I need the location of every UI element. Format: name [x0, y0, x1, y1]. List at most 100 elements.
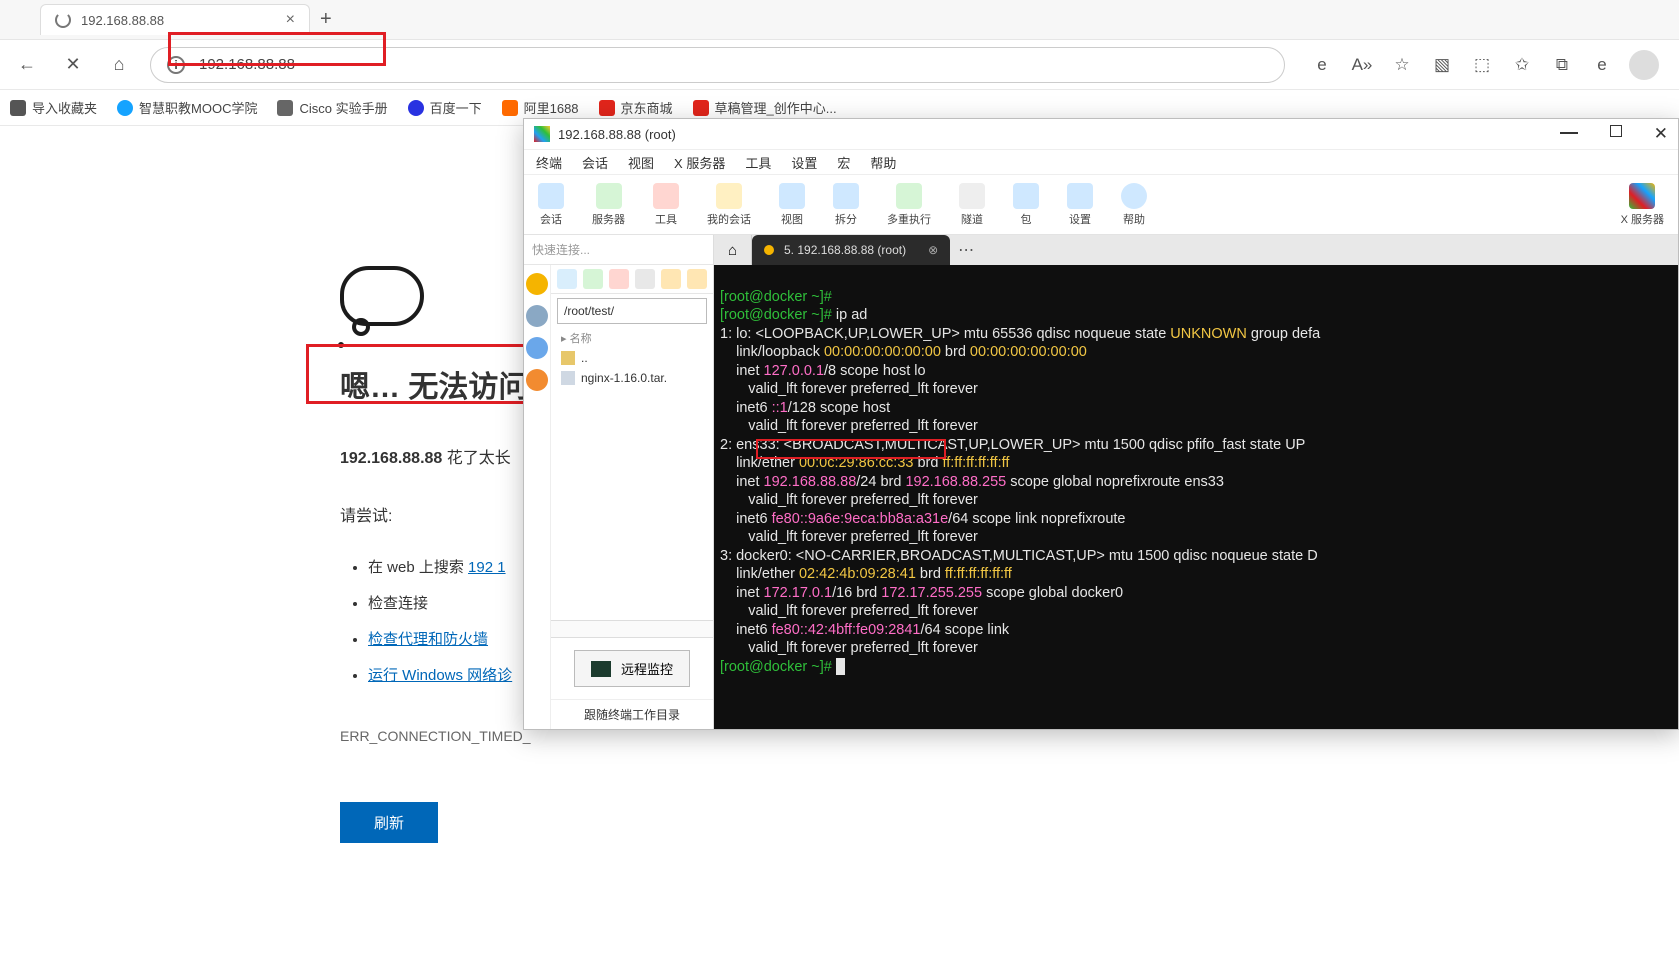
- mooc-icon: [117, 100, 133, 116]
- packages-icon: [1013, 183, 1039, 209]
- path-input[interactable]: /root/test/: [557, 298, 707, 324]
- tab-title: 192.168.88.88: [81, 13, 164, 28]
- help-icon: [1121, 183, 1147, 209]
- bookmark-jd[interactable]: 京东商城: [599, 98, 673, 117]
- terminal-cursor: [836, 658, 845, 675]
- back-button[interactable]: ←: [12, 50, 42, 80]
- new-tab-button[interactable]: +: [320, 8, 332, 31]
- fs-header-name: 名称: [570, 333, 592, 345]
- terminal-window: 192.168.88.88 (root) ✕ 终端 会话 视图 X 服务器 工具…: [523, 118, 1679, 730]
- favorites-list-icon[interactable]: ✩: [1509, 52, 1535, 78]
- tool-session[interactable]: 会话: [538, 183, 564, 227]
- bookmark-cisco[interactable]: Cisco 实验手册: [277, 98, 387, 117]
- menu-terminal[interactable]: 终端: [536, 153, 562, 172]
- tool-view[interactable]: 视图: [779, 183, 805, 227]
- stop-button[interactable]: ✕: [58, 50, 88, 80]
- folder-up-icon: [561, 351, 575, 365]
- send-tab-icon[interactable]: [526, 337, 548, 359]
- import-icon: [10, 100, 26, 116]
- fs-scrollbar[interactable]: [551, 620, 713, 638]
- collections-icon[interactable]: ⧉: [1549, 52, 1575, 78]
- bookmark-draft[interactable]: 草稿管理_创作中心...: [693, 98, 837, 117]
- refresh-button[interactable]: 刷新: [340, 802, 438, 843]
- follow-terminal-label[interactable]: 跟随终端工作目录: [551, 699, 713, 729]
- diagnostics-link[interactable]: 运行 Windows 网络诊: [368, 667, 512, 684]
- tunnel-icon: [959, 183, 985, 209]
- search-link[interactable]: 192 1: [468, 559, 506, 576]
- remote-monitor-button[interactable]: 远程监控: [574, 650, 690, 687]
- sidebar-panel: 快速连接... /roo: [524, 235, 714, 729]
- tool-settings[interactable]: 设置: [1067, 183, 1093, 227]
- fire-tab-icon[interactable]: [526, 369, 548, 391]
- error-code: ERR_CONNECTION_TIMED_: [340, 728, 1679, 744]
- window-maximize-button[interactable]: [1610, 124, 1622, 144]
- star-icon: [716, 183, 742, 209]
- terminal-menubar: 终端 会话 视图 X 服务器 工具 设置 宏 帮助: [524, 149, 1678, 175]
- menu-xserver[interactable]: X 服务器: [674, 153, 725, 172]
- puzzle-icon[interactable]: ⬚: [1469, 52, 1495, 78]
- icon-4[interactable]: [635, 269, 655, 289]
- profile-avatar[interactable]: [1629, 50, 1659, 80]
- bookmark-baidu[interactable]: 百度一下: [408, 98, 482, 117]
- ssh-tab-close-icon[interactable]: ⊗: [928, 243, 938, 257]
- site-info-icon[interactable]: i: [167, 56, 185, 74]
- download-icon[interactable]: [583, 269, 603, 289]
- menu-settings[interactable]: 设置: [791, 153, 817, 172]
- bookmark-import[interactable]: 导入收藏夹: [10, 98, 97, 117]
- tool-multiexec[interactable]: 多重执行: [887, 183, 931, 227]
- quick-connect-input[interactable]: 快速连接...: [524, 235, 713, 265]
- browser-tab[interactable]: 192.168.88.88 ×: [40, 4, 310, 35]
- monitor-icon: [591, 661, 611, 677]
- proxy-link[interactable]: 检查代理和防火墙: [368, 631, 488, 648]
- tool-help[interactable]: 帮助: [1121, 183, 1147, 227]
- menu-view[interactable]: 视图: [628, 153, 654, 172]
- bookmark-1688[interactable]: 阿里1688: [502, 98, 579, 117]
- tool-tools[interactable]: 工具: [653, 183, 679, 227]
- home-button[interactable]: ⌂: [104, 50, 134, 80]
- ie-mode-icon[interactable]: e: [1309, 52, 1335, 78]
- view-icon: [779, 183, 805, 209]
- nav-right-icons: e A» ☆ ▧ ⬚ ✩ ⧉ e: [1301, 50, 1667, 80]
- ssh-tab[interactable]: 5. 192.168.88.88 (root) ⊗: [752, 235, 950, 265]
- extensions-icon[interactable]: ▧: [1429, 52, 1455, 78]
- menu-tools[interactable]: 工具: [745, 153, 771, 172]
- terminal-tab-row: ⌂ 5. 192.168.88.88 (root) ⊗ ⋯: [714, 235, 1678, 265]
- window-minimize-button[interactable]: [1560, 124, 1578, 144]
- tool-servers[interactable]: 服务器: [592, 183, 625, 227]
- upload-icon[interactable]: [609, 269, 629, 289]
- menu-help[interactable]: 帮助: [870, 153, 896, 172]
- terminal-home-tab[interactable]: ⌂: [714, 235, 752, 265]
- read-aloud-icon[interactable]: A»: [1349, 52, 1375, 78]
- file-toolbar: [551, 265, 713, 294]
- fs-item-nginx[interactable]: nginx-1.16.0.tar.: [551, 368, 713, 388]
- folder-icon[interactable]: [661, 269, 681, 289]
- multiexec-icon: [896, 183, 922, 209]
- tab-close-icon[interactable]: ×: [286, 11, 295, 29]
- bookmark-mooc[interactable]: 智慧职教MOOC学院: [117, 98, 257, 117]
- menu-macros[interactable]: 宏: [837, 153, 850, 172]
- tool-tunnel[interactable]: 隧道: [959, 183, 985, 227]
- terminal-toolbar: 会话 服务器 工具 我的会话 视图 拆分 多重执行 隧道 包 设置 帮助 X 服…: [524, 175, 1678, 235]
- edge-icon[interactable]: e: [1589, 52, 1615, 78]
- tool-mysessions[interactable]: 我的会话: [707, 183, 751, 227]
- favorite-icon[interactable]: ☆: [1389, 52, 1415, 78]
- tool-xserver[interactable]: X 服务器: [1621, 183, 1664, 227]
- fs-item-up[interactable]: ..: [551, 348, 713, 368]
- menu-session[interactable]: 会话: [582, 153, 608, 172]
- terminal-titlebar[interactable]: 192.168.88.88 (root) ✕: [524, 119, 1678, 149]
- icon-1[interactable]: [557, 269, 577, 289]
- file-icon: [561, 371, 575, 385]
- terminal-output[interactable]: [root@docker ~]# [root@docker ~]# ip ad …: [714, 265, 1678, 729]
- globe-tab-icon[interactable]: [526, 305, 548, 327]
- window-close-button[interactable]: ✕: [1654, 124, 1668, 144]
- newfolder-icon[interactable]: [687, 269, 707, 289]
- browser-nav-bar: ← ✕ ⌂ i 192.168.88.88 e A» ☆ ▧ ⬚ ✩ ⧉ e: [0, 40, 1679, 90]
- baidu-icon: [408, 100, 424, 116]
- star-tab-icon[interactable]: [526, 273, 548, 295]
- tool-packages[interactable]: 包: [1013, 183, 1039, 227]
- tools-icon: [653, 183, 679, 209]
- address-bar[interactable]: i 192.168.88.88: [150, 47, 1285, 83]
- tab-overflow-icon[interactable]: ⋯: [958, 240, 974, 260]
- draft-icon: [693, 100, 709, 116]
- tool-split[interactable]: 拆分: [833, 183, 859, 227]
